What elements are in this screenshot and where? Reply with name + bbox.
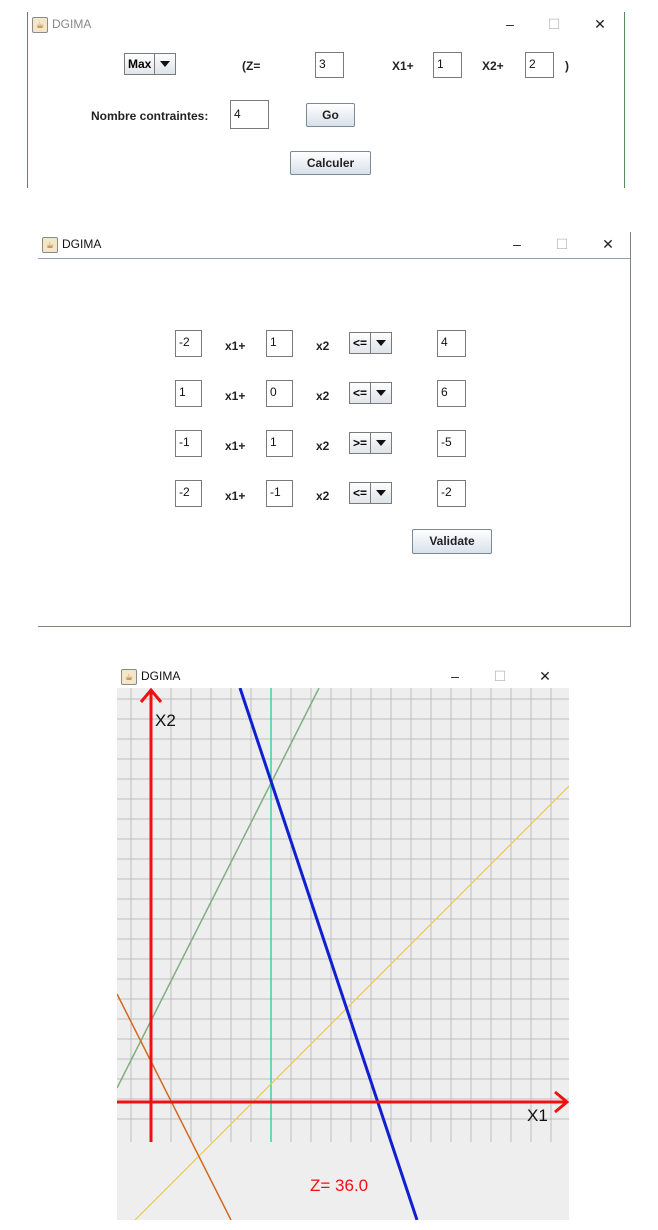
constraints-window: ☕ DGIMA – ☐ ✕ -2 x1+ 1 x2 <= 4 1 x1+ 0 x… — [38, 232, 631, 627]
x2-coef-field[interactable]: -1 — [266, 480, 293, 507]
z-result: Z= 36.0 — [310, 1176, 368, 1195]
operator-dropdown[interactable]: <= — [349, 382, 392, 404]
minimize-icon[interactable]: – — [498, 14, 522, 34]
z-constant-field[interactable]: 3 — [315, 52, 344, 78]
rhs-field[interactable]: 6 — [437, 380, 466, 407]
java-app-icon: ☕ — [42, 237, 58, 253]
chevron-down-icon[interactable] — [370, 383, 391, 403]
java-app-icon: ☕ — [121, 669, 137, 685]
x2-label: x2 — [316, 389, 330, 403]
main-window: ☕ DGIMA – ☐ ✕ Max (Z= 3 X1+ 1 X2+ 2 ) No… — [27, 12, 625, 188]
z-label: (Z= — [242, 59, 261, 73]
x1-coef-field[interactable]: -1 — [175, 430, 202, 457]
java-app-icon: ☕ — [32, 17, 48, 33]
maximize-icon[interactable]: ☐ — [542, 14, 566, 34]
objective-type-dropdown[interactable]: Max — [124, 53, 176, 75]
x2-coef-field[interactable]: 2 — [525, 52, 554, 78]
x2-axis-label: X2 — [155, 711, 176, 730]
x1-label: x1+ — [225, 339, 246, 353]
validate-button[interactable]: Validate — [412, 529, 492, 554]
window-title: DGIMA — [141, 669, 181, 683]
minimize-icon[interactable]: – — [443, 666, 467, 686]
x2-label: x2 — [316, 489, 330, 503]
operator-dropdown[interactable]: >= — [349, 432, 392, 454]
close-icon[interactable]: ✕ — [588, 14, 612, 34]
maximize-icon[interactable]: ☐ — [550, 234, 574, 254]
constraints-count-label: Nombre contraintes: — [91, 109, 209, 123]
operator-value: >= — [353, 436, 368, 450]
title-bar: ☕ DGIMA – ☐ ✕ — [28, 12, 624, 38]
rhs-field[interactable]: -5 — [437, 430, 466, 457]
window-title: DGIMA — [52, 17, 92, 31]
x1-axis-label: X1 — [527, 1106, 548, 1125]
x2-label: x2 — [316, 339, 330, 353]
x2-coef-field[interactable]: 1 — [266, 430, 293, 457]
x1-label: X1+ — [392, 59, 414, 73]
x1-coef-field[interactable]: -2 — [175, 480, 202, 507]
calculer-button[interactable]: Calculer — [290, 151, 371, 175]
go-button[interactable]: Go — [306, 103, 355, 127]
operator-dropdown[interactable]: <= — [349, 332, 392, 354]
minimize-icon[interactable]: – — [505, 234, 529, 254]
x2-coef-field[interactable]: 1 — [266, 330, 293, 357]
operator-value: <= — [353, 486, 368, 500]
chevron-down-icon[interactable] — [154, 54, 175, 74]
rhs-field[interactable]: 4 — [437, 330, 466, 357]
close-icon[interactable]: ✕ — [533, 666, 557, 686]
x1-coef-field[interactable]: -2 — [175, 330, 202, 357]
x1-label: x1+ — [225, 439, 246, 453]
rhs-field[interactable]: -2 — [437, 480, 466, 507]
x1-label: x1+ — [225, 489, 246, 503]
operator-dropdown[interactable]: <= — [349, 482, 392, 504]
title-bar: ☕ DGIMA – ☐ ✕ — [38, 232, 630, 259]
constraints-count-field[interactable]: 4 — [230, 100, 269, 129]
x2-coef-field[interactable]: 0 — [266, 380, 293, 407]
x1-coef-field[interactable]: 1 — [433, 52, 462, 78]
chevron-down-icon[interactable] — [370, 483, 391, 503]
chevron-down-icon[interactable] — [370, 433, 391, 453]
objective-type-value: Max — [128, 57, 152, 71]
close-icon[interactable]: ✕ — [596, 234, 620, 254]
graph-window: ☕ DGIMA – ☐ ✕ X2 X1 Z= 36.0 — [117, 664, 569, 1220]
plot-canvas: X2 X1 Z= 36.0 — [117, 688, 569, 1220]
operator-value: <= — [353, 386, 368, 400]
window-title: DGIMA — [62, 237, 102, 251]
operator-value: <= — [353, 336, 368, 350]
chevron-down-icon[interactable] — [370, 333, 391, 353]
title-bar: ☕ DGIMA – ☐ ✕ — [117, 664, 569, 688]
x2-label: X2+ — [482, 59, 504, 73]
x2-label: x2 — [316, 439, 330, 453]
x1-coef-field[interactable]: 1 — [175, 380, 202, 407]
close-paren: ) — [565, 59, 569, 73]
x1-label: x1+ — [225, 389, 246, 403]
maximize-icon[interactable]: ☐ — [488, 666, 512, 686]
